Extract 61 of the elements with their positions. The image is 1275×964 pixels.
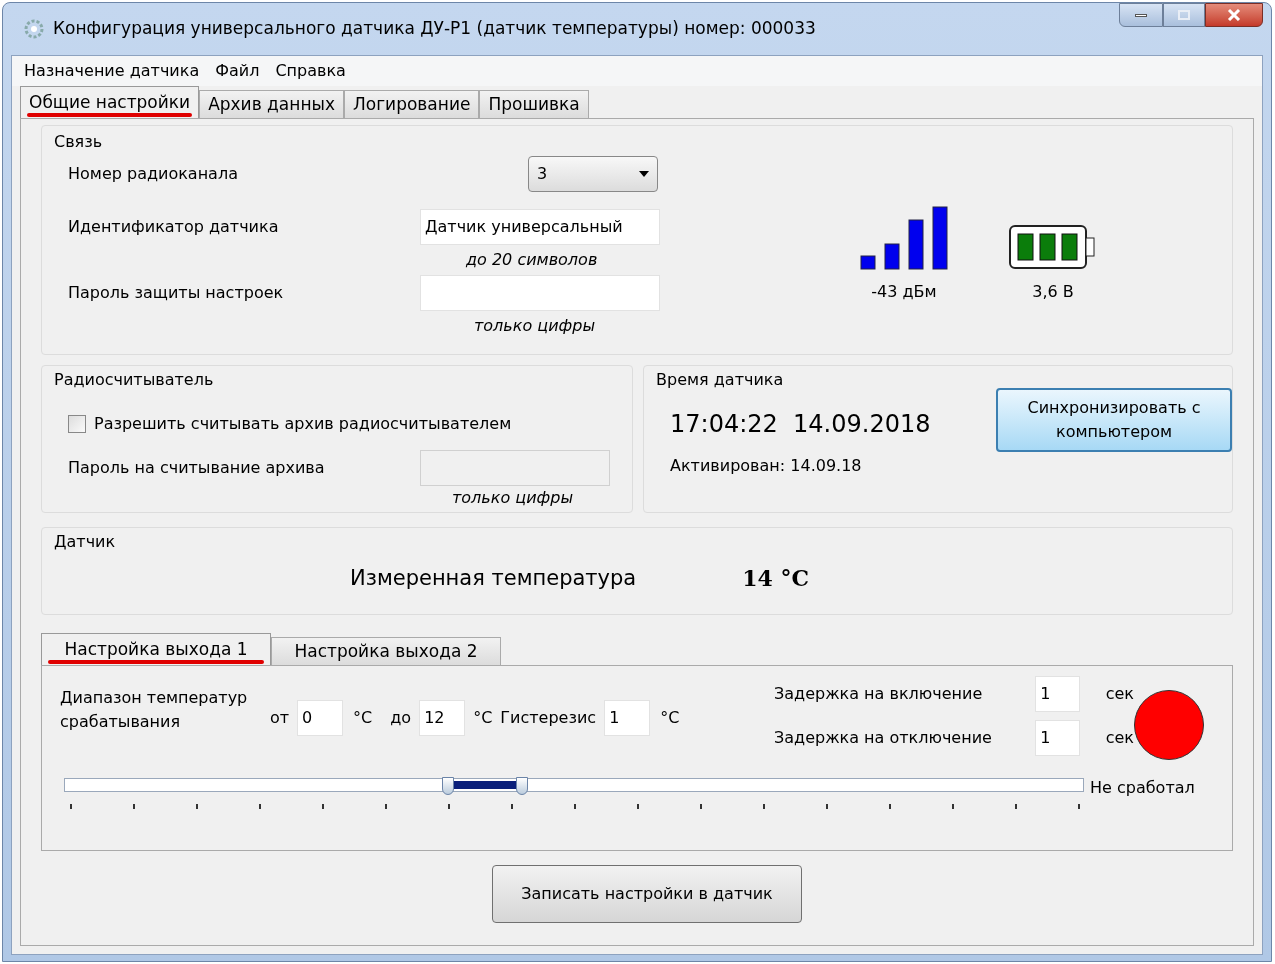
on-delay-field[interactable]: 1	[1035, 676, 1080, 712]
minimize-button[interactable]	[1119, 3, 1163, 27]
slider-handle[interactable]	[516, 777, 529, 795]
channel-dropdown[interactable]: 3	[528, 156, 658, 192]
app-icon	[23, 18, 45, 40]
field-label: Номер радиоканала	[68, 163, 239, 185]
field-label: от	[270, 707, 290, 729]
field-label: Гистерезис	[500, 707, 597, 729]
password-field[interactable]	[420, 275, 660, 311]
field-label: Пароль на считывание архива	[68, 457, 326, 479]
checkbox[interactable]	[68, 415, 86, 433]
sync-button[interactable]: Синхронизировать с компьютером	[996, 388, 1232, 452]
status-label: Не сработал	[1090, 777, 1195, 799]
range-slider[interactable]	[64, 778, 1084, 792]
field-label: Задержка на включение	[774, 683, 984, 705]
unit-label: °С	[353, 707, 373, 729]
off-delay-field[interactable]: 1	[1035, 720, 1080, 756]
battery-reading: 3,6 В	[1032, 281, 1074, 303]
field-label: до	[390, 707, 412, 729]
field-label: Пароль защиты настроек	[68, 282, 285, 304]
temperature-value: 14 °С	[742, 564, 810, 593]
field-label: Идентификатор датчика	[68, 216, 280, 238]
tab[interactable]: Настройка выхода 1	[41, 633, 271, 665]
from-field[interactable]: 0	[297, 700, 344, 736]
checkbox-label: Разрешить считывать архив радиосчитывателем	[94, 413, 512, 435]
temperature-label: Измеренная температура	[350, 564, 637, 592]
group-title: Датчик	[54, 531, 117, 553]
tab[interactable]: Архив данных	[199, 90, 344, 118]
field-label: Задержка на отключение	[774, 727, 993, 749]
unit-label: сек	[1105, 727, 1134, 749]
menu-item[interactable]: Файл	[215, 59, 260, 83]
group-title: Время датчика	[656, 369, 785, 391]
maximize-button[interactable]	[1163, 3, 1205, 27]
group-title: Связь	[54, 131, 104, 153]
unit-label: °С	[660, 707, 680, 729]
close-button[interactable]	[1205, 3, 1263, 27]
close-icon	[1227, 9, 1241, 21]
menu-item[interactable]: Справка	[275, 59, 346, 83]
to-field[interactable]: 12	[419, 700, 466, 736]
menu-item[interactable]: Назначение датчика	[24, 59, 200, 83]
sensor-clock: 17:04:22 14.09.2018	[670, 409, 932, 440]
hysteresis-field[interactable]: 1	[604, 700, 651, 736]
unit-label: °С	[473, 707, 493, 729]
slider-handle[interactable]	[441, 777, 454, 795]
hint-text: только цифры	[474, 315, 597, 337]
window-title: Конфигурация универсального датчика ДУ-Р1 (датчик температуры) номер: 000033	[53, 17, 817, 41]
signal-reading: -43 дБм	[871, 281, 937, 303]
tab[interactable]: Общие настройки	[20, 86, 200, 118]
tab[interactable]: Настройка выхода 2	[271, 637, 501, 665]
write-settings-button[interactable]: Записать настройки в датчик	[492, 865, 802, 923]
signal-strength-icon	[860, 206, 948, 270]
hint-text: до 20 символов	[466, 249, 599, 271]
hint-text: только цифры	[452, 487, 575, 509]
group-title: Радиосчитыватель	[54, 369, 215, 391]
tab[interactable]: Логирование	[344, 90, 480, 118]
sensor-id-field[interactable]: Датчик универсальный	[420, 209, 660, 245]
unit-label: сек	[1105, 683, 1134, 705]
range-label: Диапазон температур срабатывания	[60, 687, 249, 733]
dropdown-arrow-icon	[639, 171, 649, 177]
activation-date: Активирован: 14.09.18	[670, 455, 863, 477]
tab[interactable]: Прошивка	[479, 90, 589, 118]
